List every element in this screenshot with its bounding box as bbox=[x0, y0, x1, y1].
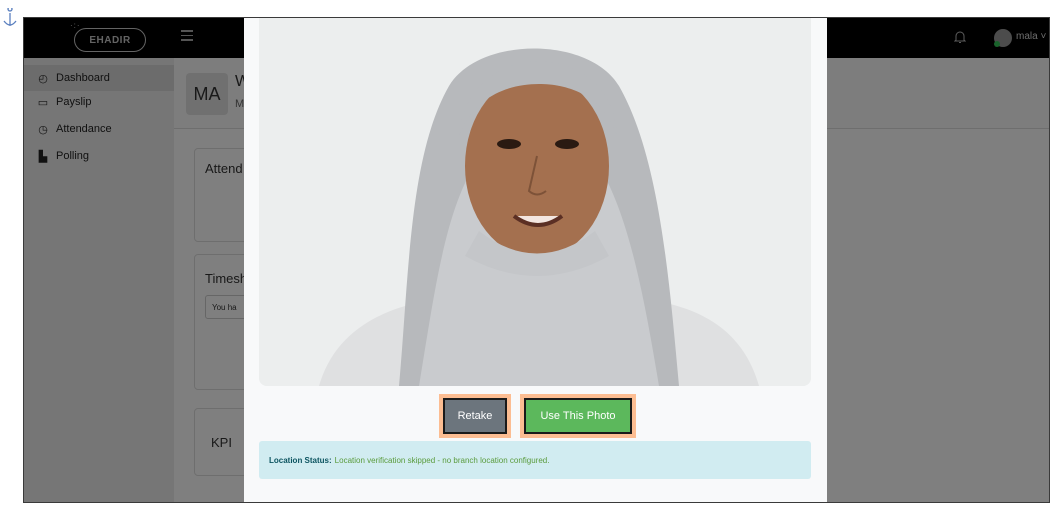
use-photo-button[interactable]: Use This Photo bbox=[524, 398, 632, 434]
anchor-icon bbox=[3, 8, 17, 26]
location-status-message: Location verification skipped - no branc… bbox=[334, 455, 550, 465]
location-status-alert: Location Status: Location verification s… bbox=[259, 441, 811, 479]
photo-capture-modal: Retake Use This Photo Location Status: L… bbox=[244, 18, 827, 502]
location-status-label: Location Status: bbox=[269, 455, 332, 465]
captured-photo bbox=[259, 18, 811, 386]
app-window: ·:· EHADIR ◴ Dashboard ▭ Payslip ◷ Atten… bbox=[23, 17, 1050, 503]
person-photo bbox=[259, 18, 811, 386]
retake-button[interactable]: Retake bbox=[443, 398, 507, 434]
